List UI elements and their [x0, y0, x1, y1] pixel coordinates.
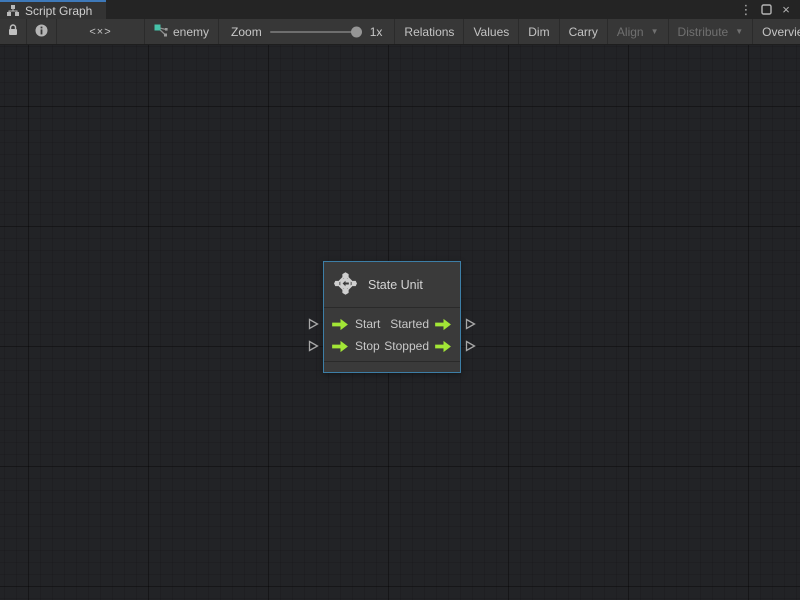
- align-label: Align: [616, 24, 644, 39]
- flow-arrow-icon: [332, 340, 348, 352]
- node-ports: Start Started Stop Stopped: [324, 308, 460, 361]
- port-stop[interactable]: Stop: [332, 339, 380, 353]
- lock-icon: [8, 24, 18, 39]
- toolbar-right-group: Relations Values Dim Carry Align ▼ Distr…: [394, 19, 800, 44]
- zoom-value: 1x: [369, 24, 383, 39]
- overview-label: Overview: [762, 24, 800, 39]
- toolbar: <×> enemy Zoom 1x Relations Values Dim C…: [0, 19, 800, 45]
- state-unit-node[interactable]: State Unit Start Started Stop Stopped: [323, 261, 461, 373]
- relations-button[interactable]: Relations: [394, 19, 463, 44]
- window-controls: ⋮ ×: [738, 0, 800, 19]
- distribute-label: Distribute: [677, 24, 729, 39]
- flow-arrow-icon: [435, 318, 451, 330]
- distribute-button[interactable]: Distribute ▼: [667, 19, 753, 44]
- carry-button[interactable]: Carry: [558, 19, 607, 44]
- overview-button[interactable]: Overview: [752, 19, 800, 44]
- tab-script-graph[interactable]: Script Graph: [0, 0, 107, 19]
- port-stopped[interactable]: Stopped: [384, 339, 452, 353]
- maximize-icon[interactable]: [758, 2, 774, 18]
- relations-label: Relations: [404, 24, 455, 39]
- port-start[interactable]: Start: [332, 317, 380, 331]
- graph-hierarchy-icon: [7, 5, 19, 16]
- port-started-label: Started: [390, 317, 429, 331]
- flow-arrow-icon: [332, 318, 348, 330]
- port-stopped-label: Stopped: [384, 339, 429, 353]
- dropdown-arrow-icon: ▼: [650, 27, 659, 36]
- graph-breadcrumb[interactable]: enemy: [145, 19, 220, 44]
- state-unit-node-group: State Unit Start Started Stop Stopped: [308, 261, 476, 373]
- values-label: Values: [473, 24, 510, 39]
- variables-button[interactable]: <×>: [57, 19, 145, 44]
- input-outlet-stop[interactable]: [308, 340, 319, 352]
- node-footer: [324, 361, 460, 372]
- close-icon[interactable]: ×: [778, 2, 794, 18]
- dim-button[interactable]: Dim: [518, 19, 558, 44]
- graph-node-icon: [154, 24, 168, 40]
- menu-icon[interactable]: ⋮: [738, 2, 754, 18]
- zoom-control: Zoom 1x: [219, 19, 394, 44]
- info-icon: [35, 24, 48, 40]
- tab-label: Script Graph: [25, 3, 93, 18]
- output-outlet-started[interactable]: [465, 318, 476, 330]
- script-graph-window: Script Graph ⋮ × <×> enemy Zoom 1x Relat…: [0, 0, 800, 600]
- port-row: Start Started: [324, 313, 460, 335]
- zoom-label: Zoom: [231, 24, 262, 39]
- zoom-slider-handle[interactable]: [350, 26, 362, 37]
- dropdown-arrow-icon: ▼: [735, 27, 744, 36]
- carry-label: Carry: [568, 24, 598, 39]
- flow-arrow-icon: [435, 340, 451, 352]
- values-button[interactable]: Values: [463, 19, 518, 44]
- code-variables-icon: <×>: [89, 25, 112, 38]
- dim-label: Dim: [528, 24, 550, 39]
- port-start-label: Start: [355, 317, 381, 331]
- tab-bar: Script Graph ⋮ ×: [0, 0, 800, 19]
- zoom-slider[interactable]: [269, 26, 362, 37]
- port-row: Stop Stopped: [324, 335, 460, 357]
- node-title: State Unit: [368, 277, 423, 292]
- output-outlet-stopped[interactable]: [465, 340, 476, 352]
- node-header[interactable]: State Unit: [324, 262, 460, 308]
- graph-name-label: enemy: [173, 24, 210, 39]
- lock-button[interactable]: [0, 19, 27, 44]
- graph-canvas[interactable]: State Unit Start Started Stop Stopped: [0, 45, 800, 600]
- input-outlet-start[interactable]: [308, 318, 319, 330]
- state-machine-icon: [333, 271, 358, 299]
- port-stop-label: Stop: [355, 339, 380, 353]
- port-started[interactable]: Started: [390, 317, 452, 331]
- align-button[interactable]: Align ▼: [606, 19, 668, 44]
- inspect-button[interactable]: [27, 19, 57, 44]
